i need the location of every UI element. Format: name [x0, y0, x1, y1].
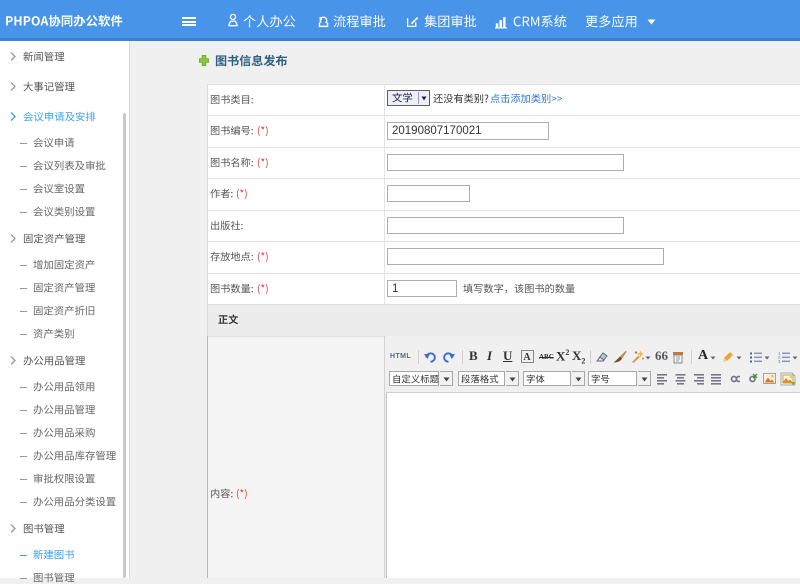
svg-text:3.: 3.: [778, 359, 781, 364]
